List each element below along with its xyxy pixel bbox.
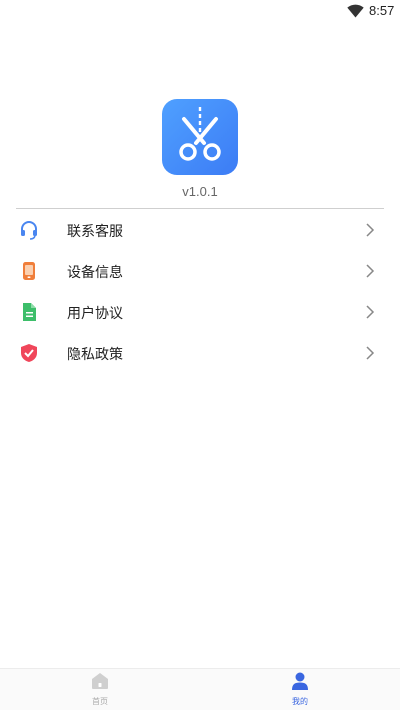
bottom-tab-bar: 首页 我的 <box>0 668 400 710</box>
tab-label: 首页 <box>92 697 108 706</box>
chevron-right-icon <box>366 346 375 360</box>
status-bar: 8:57 <box>0 0 400 24</box>
app-version: v1.0.1 <box>182 184 218 199</box>
menu-item-user-agreement[interactable]: 用户协议 <box>0 291 400 332</box>
user-icon <box>292 672 308 690</box>
settings-menu: 联系客服 设备信息 用户协议 隐私政策 <box>0 209 400 373</box>
menu-item-label: 用户协议 <box>67 306 123 322</box>
document-icon <box>23 303 36 321</box>
status-time: 8:57 <box>369 3 395 18</box>
headset-icon <box>21 221 37 240</box>
chevron-right-icon <box>366 264 375 278</box>
wifi-icon <box>347 4 364 18</box>
menu-item-label: 设备信息 <box>67 265 123 281</box>
chevron-right-icon <box>366 305 375 319</box>
menu-item-device-info[interactable]: 设备信息 <box>0 250 400 291</box>
home-icon <box>92 673 108 689</box>
chevron-right-icon <box>366 223 375 237</box>
tab-home[interactable]: 首页 <box>0 669 200 710</box>
menu-item-label: 联系客服 <box>67 224 123 240</box>
menu-item-privacy-policy[interactable]: 隐私政策 <box>0 332 400 373</box>
shield-icon <box>21 344 37 362</box>
tab-label: 我的 <box>292 697 308 706</box>
scissors-icon <box>179 107 221 161</box>
tab-mine[interactable]: 我的 <box>200 669 400 710</box>
menu-item-label: 隐私政策 <box>67 347 123 363</box>
phone-icon <box>23 262 35 280</box>
app-logo <box>162 99 238 175</box>
menu-item-contact-support[interactable]: 联系客服 <box>0 209 400 250</box>
